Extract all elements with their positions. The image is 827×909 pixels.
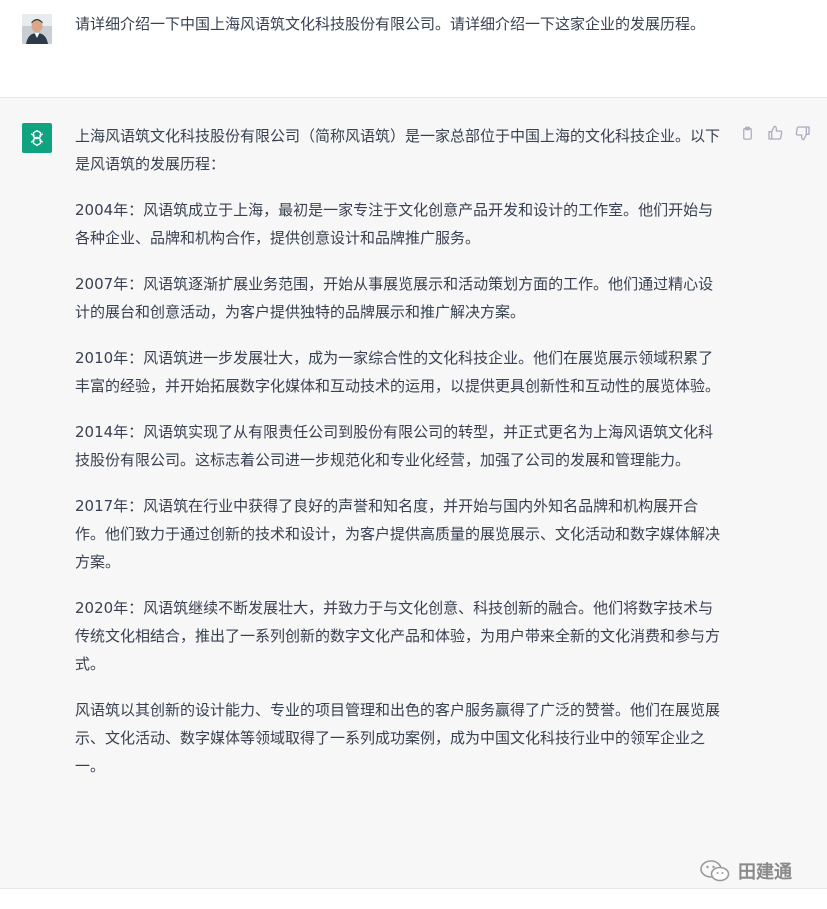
- user-photo-icon: [22, 14, 52, 44]
- assistant-paragraph: 2017年：风语筑在行业中获得了良好的声誉和知名度，并开始与国内外知名品牌和机构…: [75, 497, 721, 571]
- assistant-paragraph: 风语筑以其创新的设计能力、专业的项目管理和出色的客户服务赢得了广泛的赞誉。他们在…: [75, 701, 721, 775]
- copy-button[interactable]: [738, 124, 756, 142]
- copy-icon: [742, 126, 752, 140]
- chat-page: 请详细介绍一下中国上海风语筑文化科技股份有限公司。请详细介绍一下这家企业的发展历…: [0, 0, 827, 909]
- assistant-paragraph: 2020年：风语筑继续不断发展壮大，并致力于与文化创意、科技创新的融合。他们将数…: [75, 599, 721, 673]
- thumbs-up-icon: [768, 125, 783, 140]
- assistant-paragraph: 2004年：风语筑成立于上海，最初是一家专注于文化创意产品开发和设计的工作室。他…: [75, 201, 714, 247]
- assistant-message-row: 上海风语筑文化科技股份有限公司（简称风语筑）是一家总部位于中国上海的文化科技企业…: [0, 98, 827, 888]
- assistant-message-content: 上海风语筑文化科技股份有限公司（简称风语筑）是一家总部位于中国上海的文化科技企业…: [75, 122, 725, 798]
- assistant-paragraph: 2014年：风语筑实现了从有限责任公司到股份有限公司的转型，并正式更名为上海风语…: [75, 423, 714, 469]
- user-message-text: 请详细介绍一下中国上海风语筑文化科技股份有限公司。请详细介绍一下这家企业的发展历…: [75, 15, 706, 33]
- thumbs-up-button[interactable]: [766, 124, 784, 142]
- user-avatar: [22, 14, 52, 44]
- assistant-paragraph: 上海风语筑文化科技股份有限公司（简称风语筑）是一家总部位于中国上海的文化科技企业…: [75, 127, 721, 173]
- assistant-paragraph: 2007年：风语筑逐渐扩展业务范围，开始从事展览展示和活动策划方面的工作。他们通…: [75, 275, 714, 321]
- assistant-paragraph: 2010年：风语筑进一步发展壮大，成为一家综合性的文化科技企业。他们在展览展示领…: [75, 349, 721, 395]
- thumbs-down-button[interactable]: [794, 124, 812, 142]
- watermark-text: 田建通: [738, 862, 792, 883]
- wechat-icon: [700, 860, 730, 882]
- thumbs-down-icon: [795, 126, 810, 141]
- message-actions: [738, 124, 812, 142]
- watermark: 田建通: [700, 858, 792, 884]
- chatgpt-logo-icon: [22, 123, 52, 153]
- user-message-row: 请详细介绍一下中国上海风语筑文化科技股份有限公司。请详细介绍一下这家企业的发展历…: [0, 0, 827, 98]
- bottom-divider: [0, 888, 827, 909]
